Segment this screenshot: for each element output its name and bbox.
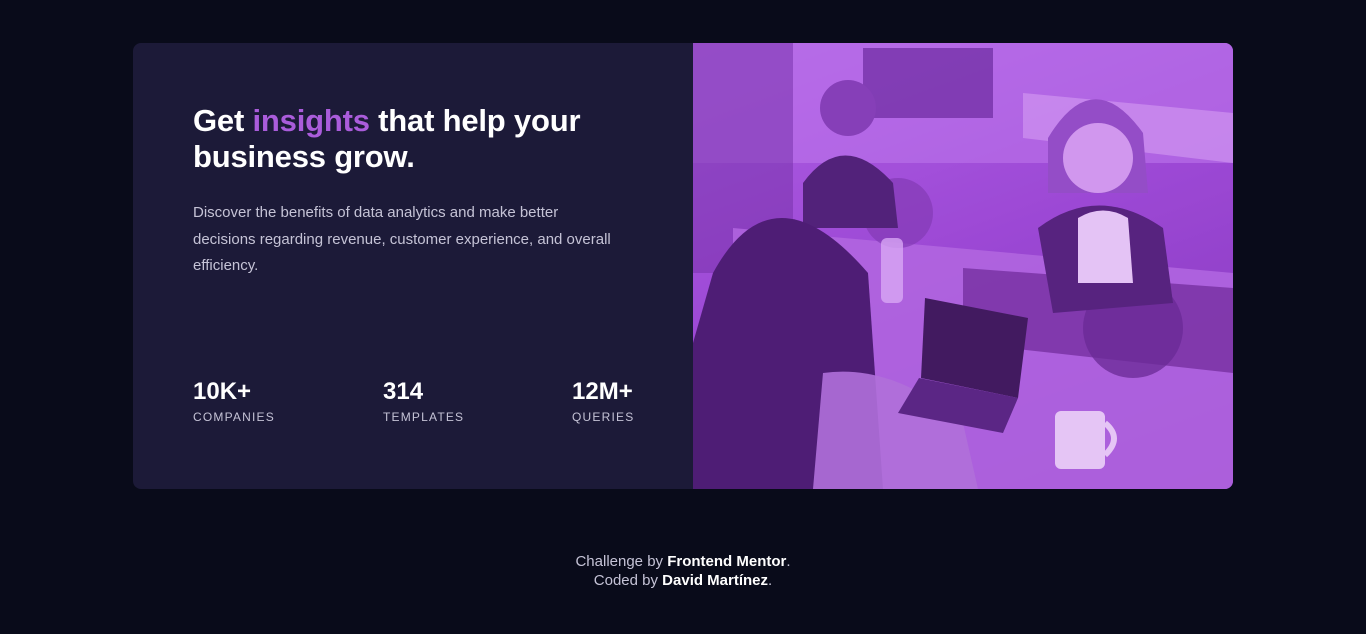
stat-templates: 314 TEMPLATES: [383, 377, 464, 425]
stat-label: TEMPLATES: [383, 410, 465, 424]
stat-value: 12M+: [572, 378, 633, 405]
office-photo-illustration: [693, 43, 1233, 489]
attribution-suffix: .: [768, 572, 773, 589]
card-description: Discover the benefits of data analytics …: [193, 204, 611, 274]
attribution-line-challenge: Challenge by Frontend Mentor.: [0, 552, 1366, 571]
attribution-prefix: Coded by: [593, 572, 663, 589]
stats-list: 10K+ COMPANIES 314 TEMPLATES 12M+ QUERIE…: [193, 377, 653, 437]
stats-preview-card: Get insights that help your business gro…: [133, 43, 1233, 489]
headline-accent: insights: [252, 103, 370, 138]
stat-queries: 12M+ QUERIES: [572, 377, 634, 425]
attribution-suffix: .: [786, 553, 791, 570]
stat-companies: 10K+ COMPANIES: [193, 377, 275, 425]
stat-label: QUERIES: [572, 410, 635, 424]
frontend-mentor-link[interactable]: Frontend Mentor: [667, 553, 786, 570]
author-link[interactable]: David Martínez: [662, 572, 768, 589]
stat-value: 10K+: [193, 378, 252, 405]
attribution-prefix: Challenge by: [575, 553, 668, 570]
stat-label: COMPANIES: [193, 410, 275, 424]
attribution-line-coded-by: Coded by David Martínez.: [0, 571, 1366, 590]
attribution-footer: Challenge by Frontend Mentor. Coded by D…: [0, 552, 1366, 590]
office-photo: [693, 43, 1233, 489]
card-content: Get insights that help your business gro…: [133, 43, 693, 489]
headline-start: Get: [193, 103, 253, 138]
page-title: Get insights that help your business gro…: [193, 103, 633, 175]
stat-value: 314: [383, 378, 424, 405]
